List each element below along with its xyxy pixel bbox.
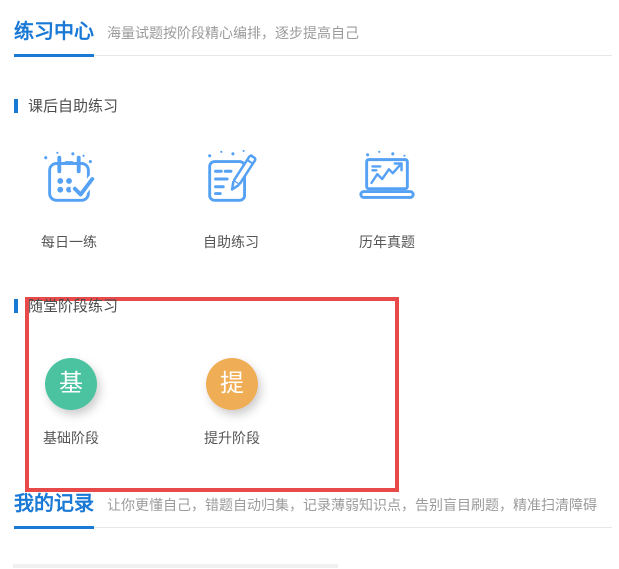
stage-improve-badge[interactable]: 提 <box>206 358 258 410</box>
section-stage-practice-header: 随堂阶段练习 <box>14 295 118 316</box>
stage-item-label: 提升阶段 <box>204 430 260 446</box>
page-subtitle: 海量试题按阶段精心编排，逐步提高自己 <box>107 25 359 41</box>
section-accent-bar <box>14 298 18 313</box>
records-subtitle: 让你更懂自己，错题自动归集，记录薄弱知识点，告别盲目刷题，精准扫清障碍 <box>107 497 597 513</box>
stage-basic-badge[interactable]: 基 <box>45 358 97 410</box>
practice-item-label: 自助练习 <box>203 234 259 250</box>
section-accent-bar <box>14 98 18 113</box>
records-title: 我的记录 <box>14 492 94 529</box>
records-header: 我的记录 让你更懂自己，错题自动归集，记录薄弱知识点，告别盲目刷题，精准扫清障碍 <box>14 492 612 529</box>
page-title: 练习中心 <box>14 20 94 57</box>
page-header: 练习中心 海量试题按阶段精心编排，逐步提高自己 <box>14 20 612 57</box>
calendar-check-icon <box>44 151 97 202</box>
stage-item-label: 基础阶段 <box>43 430 99 446</box>
practice-item-self-help[interactable]: 自助练习 <box>171 148 291 252</box>
practice-item-past-papers[interactable]: 历年真题 <box>327 148 447 252</box>
content-placeholder-bar <box>13 564 338 568</box>
practice-item-label: 每日一练 <box>41 234 97 250</box>
section-stage-practice-title: 随堂阶段练习 <box>28 298 119 315</box>
section-self-practice-title: 课后自助练习 <box>28 98 119 115</box>
practice-item-label: 历年真题 <box>359 234 415 250</box>
stage-item-improve[interactable]: 提 提升阶段 <box>172 358 292 448</box>
stage-item-basic[interactable]: 基 基础阶段 <box>11 358 131 448</box>
practice-item-daily[interactable]: 每日一练 <box>9 148 129 252</box>
document-pen-icon <box>208 149 257 202</box>
laptop-chart-icon <box>359 150 415 199</box>
practice-center-page: 练习中心 海量试题按阶段精心编排，逐步提高自己 课后自助练习 每日一练 自助练习… <box>0 0 619 569</box>
section-self-practice-header: 课后自助练习 <box>14 95 118 116</box>
